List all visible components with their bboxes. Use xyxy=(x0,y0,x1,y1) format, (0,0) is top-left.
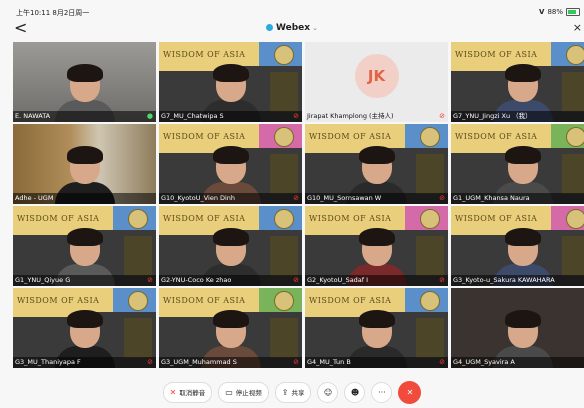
university-emblem-icon xyxy=(420,127,440,147)
university-emblem-icon xyxy=(274,209,294,229)
status-right: 𝗩 88% xyxy=(539,8,580,16)
participant-tile[interactable]: WISDOM OF ASIAG1_UGM_Khansa Naura⊘ xyxy=(451,124,584,204)
participant-tile[interactable]: E. NAWATA ● xyxy=(13,42,156,122)
mic-muted-icon: ⊘ xyxy=(293,276,299,284)
banner-text: WISDOM OF ASIA xyxy=(163,132,246,141)
banner-text: WISDOM OF ASIA xyxy=(17,296,100,305)
share-icon: ⇪ xyxy=(281,387,289,397)
battery-icon xyxy=(566,8,580,16)
more-button[interactable]: ··· xyxy=(371,381,393,403)
end-call-button[interactable]: ✕ xyxy=(398,380,422,404)
participant-tile[interactable]: WISDOM OF ASIA G10_MU_Sornsawan W ⊘ xyxy=(305,124,448,204)
participant-tile[interactable]: WISDOM OF ASIA G4_MU_Tun B ⊘ xyxy=(305,288,448,368)
participant-name: G7_MU_Chatwipa S xyxy=(159,111,302,122)
participant-name: G7_YNU_Jingzi Xu （我） xyxy=(451,111,584,122)
participant-tile[interactable]: Adhe - UGM xyxy=(13,124,156,204)
unmute-button[interactable]: ✕ 取消静音 xyxy=(162,381,213,403)
participant-name: Jirapat Khamplong (主持人) xyxy=(307,112,394,120)
smile-icon: ☻ xyxy=(350,387,360,397)
participant-name: G3_Kyoto-u_Sakura KAWAHARA xyxy=(451,275,584,286)
share-label: 共享 xyxy=(291,389,305,397)
mic-muted-icon: ⊘ xyxy=(293,358,299,366)
participant-name: G4_UGM_Syavira A xyxy=(451,357,584,368)
banner-text: WISDOM OF ASIA xyxy=(455,50,538,59)
video-grid: E. NAWATA ● WISDOM OF ASIA G7_MU_Chatwipa S… xyxy=(13,42,584,372)
university-emblem-icon xyxy=(566,127,584,147)
participant-name: G1_UGM_Khansa Naura xyxy=(451,193,584,204)
participant-tile[interactable]: WISDOM OF ASIA G1_YNU_Qiyue G ⊘ xyxy=(13,206,156,286)
mic-muted-icon: ⊘ xyxy=(293,112,299,120)
participant-tile[interactable]: WISDOM OF ASIA G3_UGM_Muhammad S ⊘ xyxy=(159,288,302,368)
university-emblem-icon xyxy=(274,45,294,65)
banner-text: WISDOM OF ASIA xyxy=(17,214,100,223)
banner-text: WISDOM OF ASIA xyxy=(309,132,392,141)
participant-tile[interactable]: WISDOM OF ASIA G7_MU_Chatwipa S ⊘ xyxy=(159,42,302,122)
participant-name: Adhe - UGM xyxy=(13,193,156,204)
stop-video-button[interactable]: ▭ 停止视频 xyxy=(218,381,269,403)
participant-tile[interactable]: G4_UGM_Syavira A⊘ xyxy=(451,288,584,368)
mic-muted-icon: ⊘ xyxy=(439,112,445,120)
banner-text: WISDOM OF ASIA xyxy=(455,132,538,141)
university-emblem-icon xyxy=(128,291,148,311)
participant-name: G3_UGM_Muhammad S xyxy=(159,357,302,368)
wifi-icon: 𝗩 xyxy=(539,8,545,16)
nav-bar: < Webex ⌄ × xyxy=(0,18,584,40)
meeting-title[interactable]: Webex ⌄ xyxy=(0,23,584,33)
university-emblem-icon xyxy=(128,209,148,229)
status-bar: 上午10:11 8月2日周一 𝗩 88% xyxy=(0,0,584,18)
university-emblem-icon xyxy=(274,127,294,147)
university-emblem-icon xyxy=(274,291,294,311)
university-emblem-icon xyxy=(566,45,584,65)
mic-muted-icon: ✕ xyxy=(169,387,177,397)
participant-name: G10_MU_Sornsawan W xyxy=(305,193,448,204)
webex-logo-icon xyxy=(266,24,274,31)
mic-muted-icon: ⊘ xyxy=(147,276,153,284)
chevron-down-icon: ⌄ xyxy=(312,24,318,32)
banner-text: WISDOM OF ASIA xyxy=(455,214,538,223)
banner-text: WISDOM OF ASIA xyxy=(309,214,392,223)
person-icon: ☺ xyxy=(323,387,333,397)
share-button[interactable]: ⇪ 共享 xyxy=(274,381,312,403)
mic-muted-icon: ⊘ xyxy=(439,194,445,202)
participant-tile[interactable]: WISDOM OF ASIA G10_KyotoU_Vien Dinh ⊘ xyxy=(159,124,302,204)
status-time: 上午10:11 8月2日周一 xyxy=(16,9,90,17)
participant-tile[interactable]: WISDOM OF ASIAG7_YNU_Jingzi Xu （我）⊘ xyxy=(451,42,584,122)
banner-text: WISDOM OF ASIA xyxy=(309,296,392,305)
stop-video-label: 停止视频 xyxy=(235,389,262,397)
participant-name: G10_KyotoU_Vien Dinh xyxy=(159,193,302,204)
battery-percent: 88% xyxy=(547,8,563,16)
mic-muted-icon: ⊘ xyxy=(147,358,153,366)
more-icon: ··· xyxy=(378,387,386,397)
participant-name: G2_KyotoU_Sadaf I xyxy=(305,275,448,286)
banner-text: WISDOM OF ASIA xyxy=(163,214,246,223)
participant-tile[interactable]: WISDOM OF ASIA G3_MU_Thaniyapa F ⊘ xyxy=(13,288,156,368)
participant-name: E. NAWATA xyxy=(13,111,156,122)
close-button[interactable]: × xyxy=(573,21,582,34)
university-emblem-icon xyxy=(420,209,440,229)
meeting-toolbar: ✕ 取消静音 ▭ 停止视频 ⇪ 共享 ☺ ☻ ··· ✕ xyxy=(0,378,584,406)
participant-tile[interactable]: JK Jirapat Khamplong (主持人) ⊘ xyxy=(305,42,448,122)
participant-name: G3_MU_Thaniyapa F xyxy=(13,357,156,368)
mic-icon: ● xyxy=(146,112,153,120)
camera-icon: ▭ xyxy=(225,387,233,397)
mic-muted-icon: ⊘ xyxy=(439,358,445,366)
participant-tile[interactable]: WISDOM OF ASIA G3_Kyoto-u_Sakura KAWAHARA xyxy=(451,206,584,286)
mic-muted-icon: ⊘ xyxy=(293,194,299,202)
reactions-button[interactable]: ☻ xyxy=(344,381,366,403)
end-call-icon: ✕ xyxy=(406,387,414,397)
avatar: JK xyxy=(354,54,399,98)
banner-text: WISDOM OF ASIA xyxy=(163,296,246,305)
banner-text: WISDOM OF ASIA xyxy=(163,50,246,59)
participants-button[interactable]: ☺ xyxy=(317,381,339,403)
university-emblem-icon xyxy=(566,209,584,229)
participant-name: G4_MU_Tun B xyxy=(305,357,448,368)
participant-name: G2-YNU-Coco Ke zhao xyxy=(159,275,302,286)
meeting-title-text: Webex xyxy=(276,23,311,33)
participant-tile[interactable]: WISDOM OF ASIA G2_KyotoU_Sadaf I ⊘ xyxy=(305,206,448,286)
university-emblem-icon xyxy=(420,291,440,311)
unmute-label: 取消静音 xyxy=(179,389,206,397)
mic-muted-icon: ⊘ xyxy=(439,276,445,284)
participant-tile[interactable]: WISDOM OF ASIA G2-YNU-Coco Ke zhao ⊘ xyxy=(159,206,302,286)
participant-name: G1_YNU_Qiyue G xyxy=(13,275,156,286)
